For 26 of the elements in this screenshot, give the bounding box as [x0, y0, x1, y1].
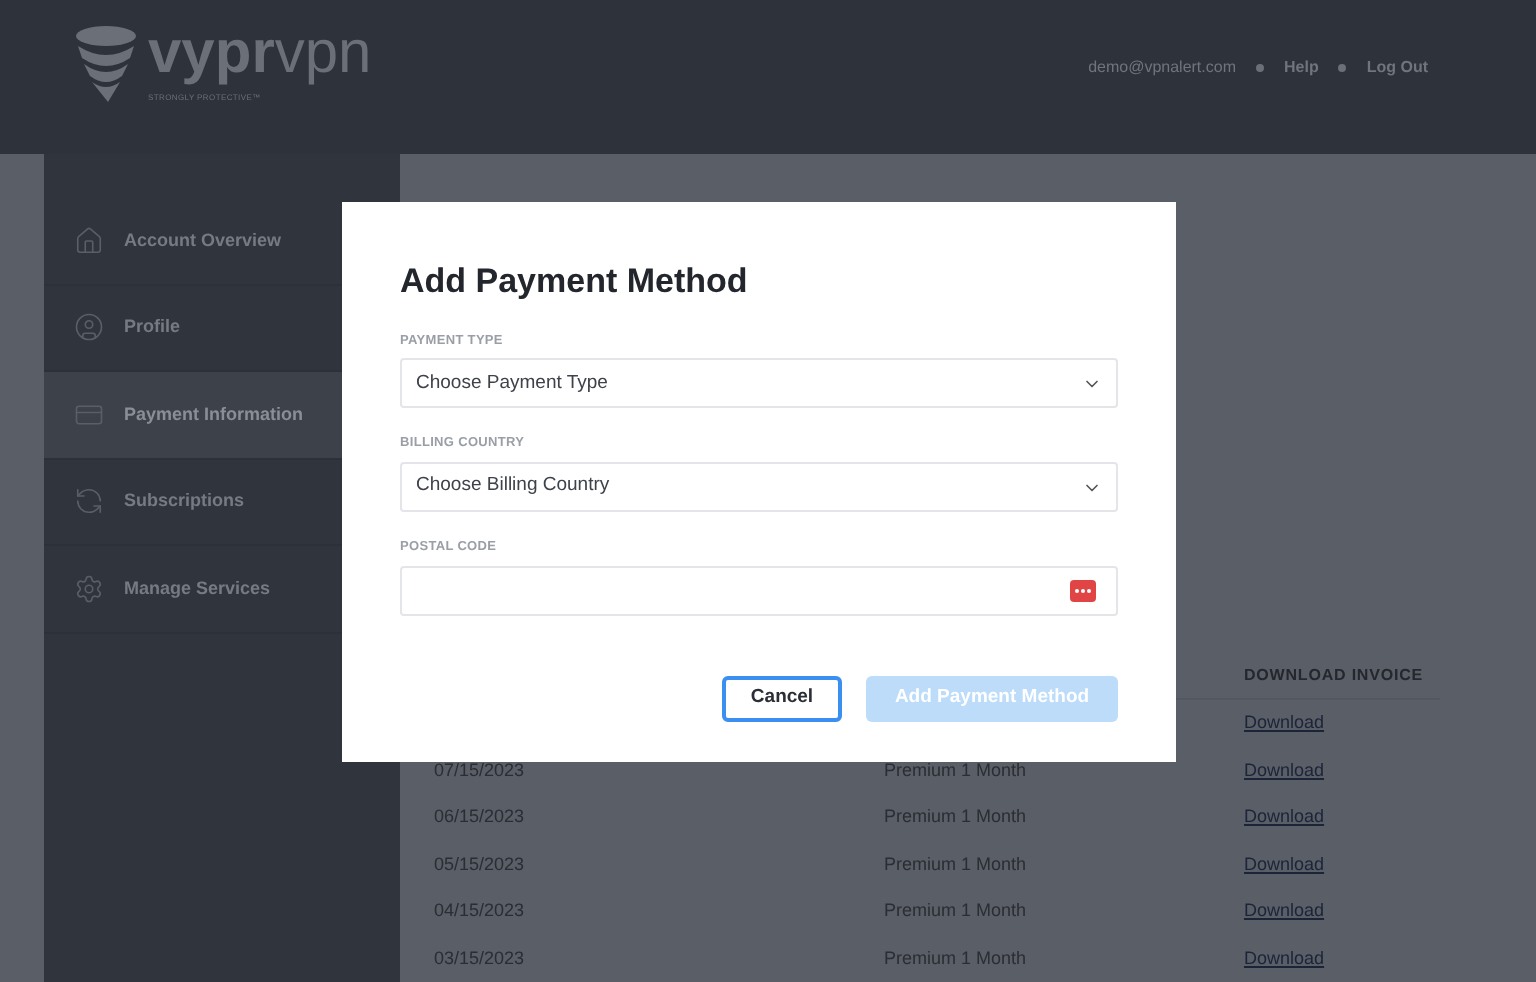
- column-header: DOWNLOAD INVOICE: [1244, 664, 1426, 688]
- select-field[interactable]: Choose Payment Type: [400, 358, 1118, 409]
- refresh-icon: [74, 486, 104, 517]
- user-circle-icon: [74, 312, 104, 343]
- logo-wordmark-light: vpn: [274, 24, 372, 84]
- house-icon: [74, 225, 104, 256]
- gear-icon: [74, 573, 104, 604]
- download-link[interactable]: Download: [1244, 851, 1325, 878]
- input-field[interactable]: [400, 565, 1118, 616]
- bullet-icon: [1256, 64, 1264, 72]
- modal-title: Add Payment Method: [400, 260, 750, 304]
- nav-link[interactable]: Log Out: [1366, 56, 1428, 80]
- logo-icon: [72, 24, 140, 104]
- dots-icon: [1070, 579, 1096, 602]
- download-link[interactable]: Download: [1244, 945, 1325, 972]
- credit-card-icon: [74, 399, 104, 430]
- download-link[interactable]: Download: [1244, 804, 1325, 831]
- download-link[interactable]: Download: [1244, 757, 1325, 784]
- bullet-icon: [1338, 64, 1347, 72]
- logo-wordmark-bold: vypr: [148, 24, 275, 84]
- cancel-button[interactable]: Cancel: [722, 675, 842, 722]
- nav-link[interactable]: Help: [1284, 56, 1319, 80]
- select-field[interactable]: Choose Billing Country: [400, 462, 1118, 512]
- account-email: demo@vpnalert.com: [1088, 56, 1236, 80]
- download-link[interactable]: Download: [1244, 710, 1325, 737]
- download-link[interactable]: Download: [1244, 898, 1325, 925]
